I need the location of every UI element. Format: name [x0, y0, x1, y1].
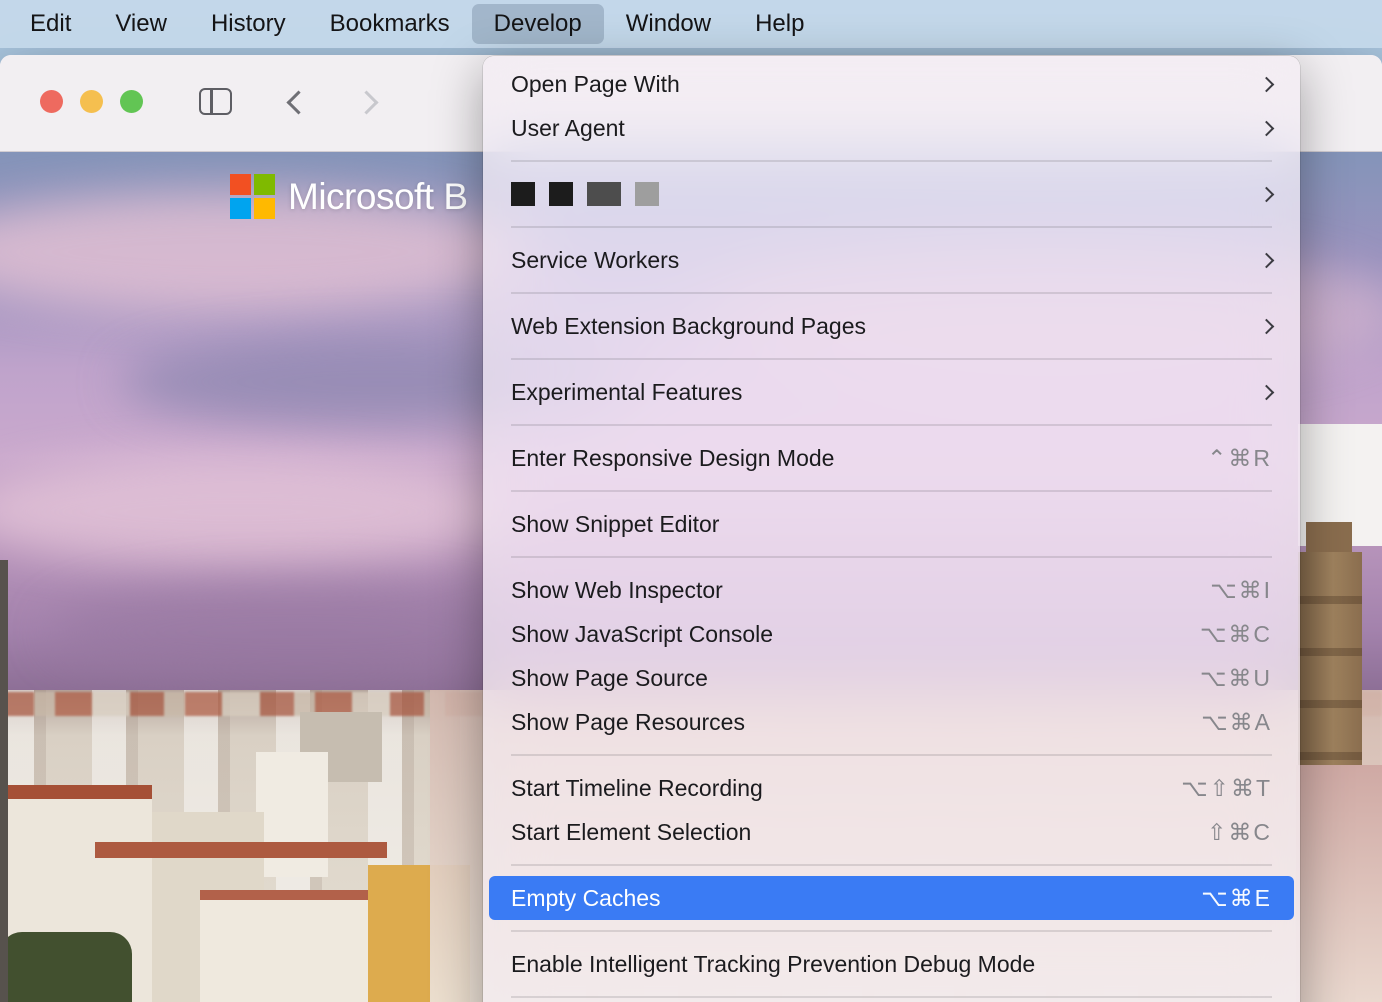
menu-item-show-page-source[interactable]: Show Page Source ⌥⌘U: [483, 656, 1300, 700]
trees: [0, 932, 132, 1002]
sidebar-icon-divider: [210, 90, 213, 113]
menu-separator: [511, 556, 1272, 558]
submenu-chevron-icon: [1259, 318, 1275, 334]
menu-separator: [511, 754, 1272, 756]
menu-item-label: Show JavaScript Console: [511, 621, 773, 648]
menu-item-user-agent[interactable]: User Agent: [483, 106, 1300, 150]
shortcut-label: ⌥⌘A: [1201, 709, 1272, 736]
menu-item-label: User Agent: [511, 115, 625, 142]
shortcut-label: ⌥⇧⌘T: [1181, 775, 1272, 802]
menu-item-start-timeline-recording[interactable]: Start Timeline Recording ⌥⇧⌘T: [483, 766, 1300, 810]
menu-item-label: Experimental Features: [511, 379, 742, 406]
back-button[interactable]: [286, 90, 310, 114]
menu-item-enable-itp-debug-mode[interactable]: Enable Intelligent Tracking Prevention D…: [483, 942, 1300, 986]
menu-item-show-web-inspector[interactable]: Show Web Inspector ⌥⌘I: [483, 568, 1300, 612]
building: [256, 752, 328, 877]
develop-menu: Open Page With User Agent Service Worker…: [483, 56, 1300, 1002]
menu-separator: [511, 864, 1272, 866]
zoom-window-button[interactable]: [120, 90, 143, 113]
redacted-block: [635, 182, 659, 206]
submenu-chevron-icon: [1259, 252, 1275, 268]
logo-square-red: [230, 174, 251, 195]
menu-item-show-page-resources[interactable]: Show Page Resources ⌥⌘A: [483, 700, 1300, 744]
shortcut-label: ⌥⌘E: [1201, 885, 1272, 912]
menubar-item-history[interactable]: History: [189, 4, 308, 44]
menu-item-service-workers[interactable]: Service Workers: [483, 238, 1300, 282]
menu-item-open-page-with[interactable]: Open Page With: [483, 62, 1300, 106]
menu-item-start-element-selection[interactable]: Start Element Selection ⇧⌘C: [483, 810, 1300, 854]
forward-button[interactable]: [354, 90, 378, 114]
menu-item-label: Show Page Source: [511, 665, 708, 692]
logo-square-yellow: [254, 198, 275, 219]
right-city-haze: [1296, 765, 1382, 1002]
menu-separator: [511, 358, 1272, 360]
menubar-item-view[interactable]: View: [93, 4, 189, 44]
menu-separator: [511, 292, 1272, 294]
cloud: [50, 582, 550, 682]
menu-separator: [511, 424, 1272, 426]
redacted-block: [549, 182, 573, 206]
cathedral-tower-top: [1306, 522, 1352, 554]
menu-bar: Edit View History Bookmarks Develop Wind…: [0, 0, 1382, 48]
menubar-item-bookmarks[interactable]: Bookmarks: [308, 4, 472, 44]
menubar-item-help[interactable]: Help: [733, 4, 826, 44]
menubar-item-edit[interactable]: Edit: [8, 4, 93, 44]
menu-item-label: Start Element Selection: [511, 819, 751, 846]
close-window-button[interactable]: [40, 90, 63, 113]
menu-item-redacted-device[interactable]: [483, 172, 1300, 216]
menu-item-empty-caches[interactable]: Empty Caches ⌥⌘E: [489, 876, 1294, 920]
submenu-chevron-icon: [1259, 120, 1275, 136]
menu-item-label: Start Timeline Recording: [511, 775, 763, 802]
menu-separator: [511, 490, 1272, 492]
redacted-text-blocks: [511, 182, 659, 206]
menu-separator: [511, 996, 1272, 998]
shortcut-label: ⌥⌘C: [1200, 621, 1272, 648]
menu-item-label: Empty Caches: [511, 885, 661, 912]
shortcut-label: ⇧⌘C: [1207, 819, 1272, 846]
menu-item-label: Service Workers: [511, 247, 679, 274]
shortcut-label: ⌥⌘I: [1210, 577, 1272, 604]
menu-item-enter-responsive-design-mode[interactable]: Enter Responsive Design Mode ⌃⌘R: [483, 436, 1300, 480]
minimize-window-button[interactable]: [80, 90, 103, 113]
menu-item-label: Show Web Inspector: [511, 577, 723, 604]
menubar-item-window[interactable]: Window: [604, 4, 733, 44]
cathedral-tower: [1298, 552, 1362, 767]
menu-item-label: Open Page With: [511, 71, 680, 98]
logo-square-blue: [230, 198, 251, 219]
logo-square-green: [254, 174, 275, 195]
bing-logo[interactable]: Microsoft B: [230, 174, 468, 219]
menu-item-label: Enable Intelligent Tracking Prevention D…: [511, 951, 1035, 978]
submenu-chevron-icon: [1259, 186, 1275, 202]
left-dark-edge: [0, 560, 8, 1002]
submenu-chevron-icon: [1259, 384, 1275, 400]
submenu-chevron-icon: [1259, 76, 1275, 92]
menu-item-show-javascript-console[interactable]: Show JavaScript Console ⌥⌘C: [483, 612, 1300, 656]
menu-item-label: Web Extension Background Pages: [511, 313, 866, 340]
menu-item-label: Enter Responsive Design Mode: [511, 445, 834, 472]
building: [95, 842, 387, 858]
menubar-item-develop[interactable]: Develop: [472, 4, 604, 44]
redacted-block: [587, 182, 621, 206]
menu-item-label: Show Page Resources: [511, 709, 745, 736]
menu-item-experimental-features[interactable]: Experimental Features: [483, 370, 1300, 414]
microsoft-logo-icon: [230, 174, 275, 219]
building: [200, 890, 368, 1002]
menu-item-label: Show Snippet Editor: [511, 511, 719, 538]
brand-text: Microsoft B: [288, 176, 468, 218]
shortcut-label: ⌃⌘R: [1207, 445, 1272, 472]
menu-item-show-snippet-editor[interactable]: Show Snippet Editor: [483, 502, 1300, 546]
menu-separator: [511, 930, 1272, 932]
menu-separator: [511, 226, 1272, 228]
sidebar-toggle-icon[interactable]: [199, 88, 232, 115]
redacted-block: [511, 182, 535, 206]
menu-item-web-extension-background-pages[interactable]: Web Extension Background Pages: [483, 304, 1300, 348]
menu-separator: [511, 160, 1272, 162]
shortcut-label: ⌥⌘U: [1200, 665, 1272, 692]
